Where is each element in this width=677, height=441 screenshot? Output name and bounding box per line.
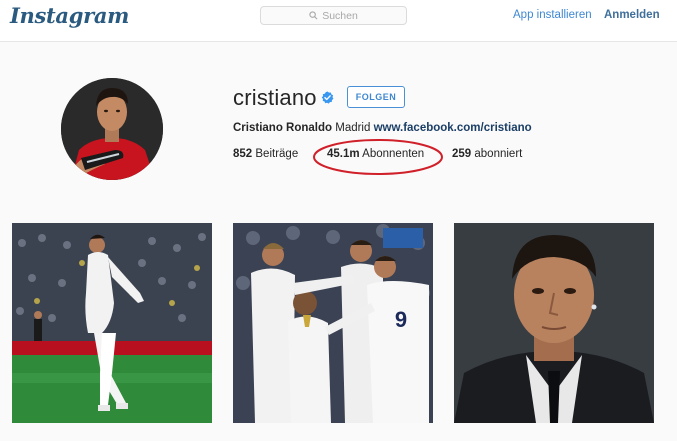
svg-text:9: 9	[395, 307, 407, 332]
app-install-link[interactable]: App installieren	[513, 9, 592, 21]
search-input[interactable]: Suchen	[260, 6, 407, 25]
posts-count: 852	[233, 148, 253, 160]
profile-avatar	[61, 78, 163, 180]
posts-label: Beiträge	[255, 148, 299, 160]
instagram-logo[interactable]: Instagram	[10, 3, 129, 28]
website-link[interactable]: www.facebook.com/cristiano	[374, 122, 532, 134]
following-count: 259	[452, 148, 472, 160]
posts-stat: 852 Beiträge	[233, 148, 298, 160]
verified-badge-icon	[321, 91, 334, 104]
follow-button[interactable]: FOLGEN	[347, 86, 405, 108]
highlight-circle	[313, 139, 443, 175]
location: Madrid	[335, 122, 371, 134]
profile-username: cristiano	[233, 85, 317, 110]
profile-bio: Cristiano Ronaldo Madrid www.facebook.co…	[233, 122, 532, 134]
search-icon	[309, 11, 318, 20]
search-placeholder: Suchen	[322, 9, 358, 22]
following-stat[interactable]: 259 abonniert	[452, 148, 522, 160]
full-name: Cristiano Ronaldo	[233, 122, 333, 134]
team-hug-photo[interactable]: 9	[233, 223, 433, 423]
login-link[interactable]: Anmelden	[604, 9, 660, 21]
top-navigation-bar: Instagram Suchen App installieren Anmeld…	[0, 0, 677, 42]
following-label: abonniert	[474, 148, 523, 160]
celebration-photo[interactable]	[12, 223, 212, 423]
portrait-photo[interactable]	[454, 223, 654, 423]
